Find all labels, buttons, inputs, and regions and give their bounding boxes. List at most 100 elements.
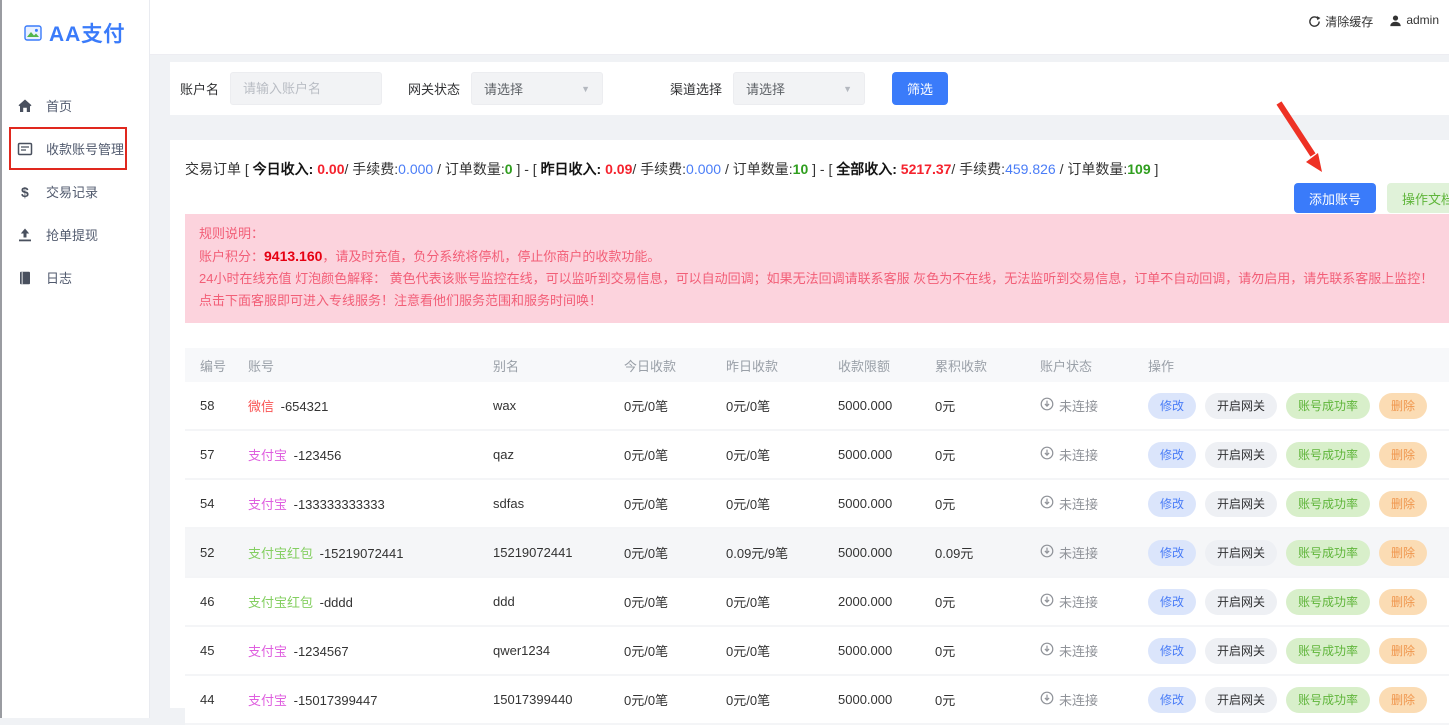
summary-segment: 全部收入:	[836, 161, 901, 177]
not-connected-icon	[1040, 642, 1054, 659]
account-success-rate-button[interactable]: 账号成功率	[1286, 442, 1370, 468]
edit-button[interactable]: 修改	[1148, 393, 1196, 419]
account-success-rate-button[interactable]: 账号成功率	[1286, 638, 1370, 664]
table-row: 46支付宝红包 -ddddddd0元/0笔0元/0笔2000.0000元未连接修…	[185, 578, 1449, 627]
add-account-button[interactable]: 添加账号	[1294, 183, 1376, 213]
sidebar: AA支付 首页收款账号管理$交易记录抢单提现日志	[0, 0, 150, 718]
cell-id: 45	[185, 643, 233, 658]
open-gateway-button[interactable]: 开启网关	[1205, 687, 1277, 713]
open-gateway-button[interactable]: 开启网关	[1205, 589, 1277, 615]
brand-logo[interactable]: AA支付	[2, 0, 149, 48]
summary-segment: ] - [	[808, 161, 836, 177]
account-success-rate-button[interactable]: 账号成功率	[1286, 589, 1370, 615]
brand-logo-icon	[24, 24, 42, 42]
cell-account: 微信 -654321	[233, 396, 478, 415]
summary-segment: 109	[1127, 161, 1150, 177]
cell-id: 54	[185, 496, 233, 511]
status-text: 未连接	[1059, 690, 1098, 709]
summary-segment: 0.000	[398, 161, 433, 177]
notice-line: 规则说明：	[199, 223, 1435, 245]
cell-today-income: 0元/0笔	[609, 592, 711, 611]
cell-actions: 修改开启网关账号成功率删除	[1133, 540, 1449, 566]
summary-segment: / 订单数量:	[1056, 161, 1128, 177]
open-gateway-button[interactable]: 开启网关	[1205, 540, 1277, 566]
cell-alias: ddd	[478, 594, 609, 609]
cell-alias: sdfas	[478, 496, 609, 511]
cell-account: 支付宝 -123456	[233, 445, 478, 464]
delete-button[interactable]: 删除	[1379, 393, 1427, 419]
sidebar-item-transactions[interactable]: $交易记录	[2, 170, 149, 213]
cell-limit: 5000.000	[823, 496, 920, 511]
not-connected-icon	[1040, 691, 1054, 708]
sidebar-item-log[interactable]: 日志	[2, 256, 149, 299]
notice-text: 账户积分：	[199, 249, 264, 264]
table-row: 57支付宝 -123456qaz0元/0笔0元/0笔5000.0000元未连接修…	[185, 431, 1449, 480]
account-success-rate-button[interactable]: 账号成功率	[1286, 393, 1370, 419]
notice-strong-value: 9413.160	[264, 248, 322, 264]
open-gateway-button[interactable]: 开启网关	[1205, 638, 1277, 664]
table-column-header: 别名	[478, 356, 609, 375]
cell-account: 支付宝 -15017399447	[233, 690, 478, 709]
table-row: 54支付宝 -133333333333sdfas0元/0笔0元/0笔5000.0…	[185, 480, 1449, 529]
cell-id: 46	[185, 594, 233, 609]
open-gateway-button[interactable]: 开启网关	[1205, 442, 1277, 468]
edit-button[interactable]: 修改	[1148, 589, 1196, 615]
filter-submit-button[interactable]: 筛选	[892, 72, 948, 105]
account-name-label: 账户名	[180, 79, 219, 98]
doc-download-button[interactable]: 操作文档下载	[1387, 183, 1449, 213]
sidebar-item-label: 抢单提现	[46, 225, 98, 244]
delete-button[interactable]: 删除	[1379, 638, 1427, 664]
account-type-label: 微信	[248, 399, 274, 414]
delete-button[interactable]: 删除	[1379, 589, 1427, 615]
sidebar-item-label: 首页	[46, 96, 72, 115]
edit-button[interactable]: 修改	[1148, 638, 1196, 664]
delete-button[interactable]: 删除	[1379, 687, 1427, 713]
channel-select[interactable]: 请选择 ▼	[733, 72, 865, 105]
cell-total-income: 0元	[920, 494, 1025, 513]
edit-button[interactable]: 修改	[1148, 540, 1196, 566]
user-menu[interactable]: admin	[1389, 13, 1439, 27]
cell-id: 58	[185, 398, 233, 413]
account-name-input[interactable]	[230, 72, 382, 105]
sidebar-item-home[interactable]: 首页	[2, 84, 149, 127]
delete-button[interactable]: 删除	[1379, 540, 1427, 566]
edit-button[interactable]: 修改	[1148, 491, 1196, 517]
account-type-label: 支付宝红包	[248, 546, 313, 561]
clear-cache-button[interactable]: 清除缓存	[1308, 13, 1373, 30]
delete-button[interactable]: 删除	[1379, 442, 1427, 468]
account-success-rate-button[interactable]: 账号成功率	[1286, 540, 1370, 566]
edit-button[interactable]: 修改	[1148, 687, 1196, 713]
account-success-rate-button[interactable]: 账号成功率	[1286, 687, 1370, 713]
table-column-header: 今日收款	[609, 356, 711, 375]
chevron-down-icon: ▼	[581, 84, 590, 94]
cell-actions: 修改开启网关账号成功率删除	[1133, 687, 1449, 713]
cell-id: 57	[185, 447, 233, 462]
status-text: 未连接	[1059, 494, 1098, 513]
edit-button[interactable]: 修改	[1148, 442, 1196, 468]
account-number: -133333333333	[290, 497, 385, 512]
cell-limit: 5000.000	[823, 447, 920, 462]
sidebar-nav: 首页收款账号管理$交易记录抢单提现日志	[2, 84, 149, 299]
user-icon	[1389, 14, 1402, 27]
not-connected-icon	[1040, 593, 1054, 610]
channel-select-value: 请选择	[746, 79, 785, 98]
cell-total-income: 0元	[920, 641, 1025, 660]
gateway-status-select[interactable]: 请选择 ▼	[471, 72, 603, 105]
sidebar-item-label: 交易记录	[46, 182, 98, 201]
summary-segment: / 订单数量:	[721, 161, 793, 177]
open-gateway-button[interactable]: 开启网关	[1205, 393, 1277, 419]
delete-button[interactable]: 删除	[1379, 491, 1427, 517]
summary-segment: ]	[1151, 161, 1159, 177]
cell-today-income: 0元/0笔	[609, 641, 711, 660]
sidebar-item-withdraw[interactable]: 抢单提现	[2, 213, 149, 256]
account-success-rate-button[interactable]: 账号成功率	[1286, 491, 1370, 517]
table-column-header: 账户状态	[1025, 356, 1133, 375]
notice-text: 24小时在线充值 灯泡颜色解释： 黄色代表该账号监控在线，可以监听到交易信息，可…	[199, 271, 1433, 308]
cell-account-status: 未连接	[1025, 543, 1133, 562]
not-connected-icon	[1040, 397, 1054, 414]
sidebar-item-accounts[interactable]: 收款账号管理	[2, 127, 149, 170]
cell-today-income: 0元/0笔	[609, 543, 711, 562]
cell-today-income: 0元/0笔	[609, 690, 711, 709]
rules-notice: 规则说明：账户积分：9413.160，请及时充值，负分系统将停机，停止你商户的收…	[185, 214, 1449, 323]
open-gateway-button[interactable]: 开启网关	[1205, 491, 1277, 517]
